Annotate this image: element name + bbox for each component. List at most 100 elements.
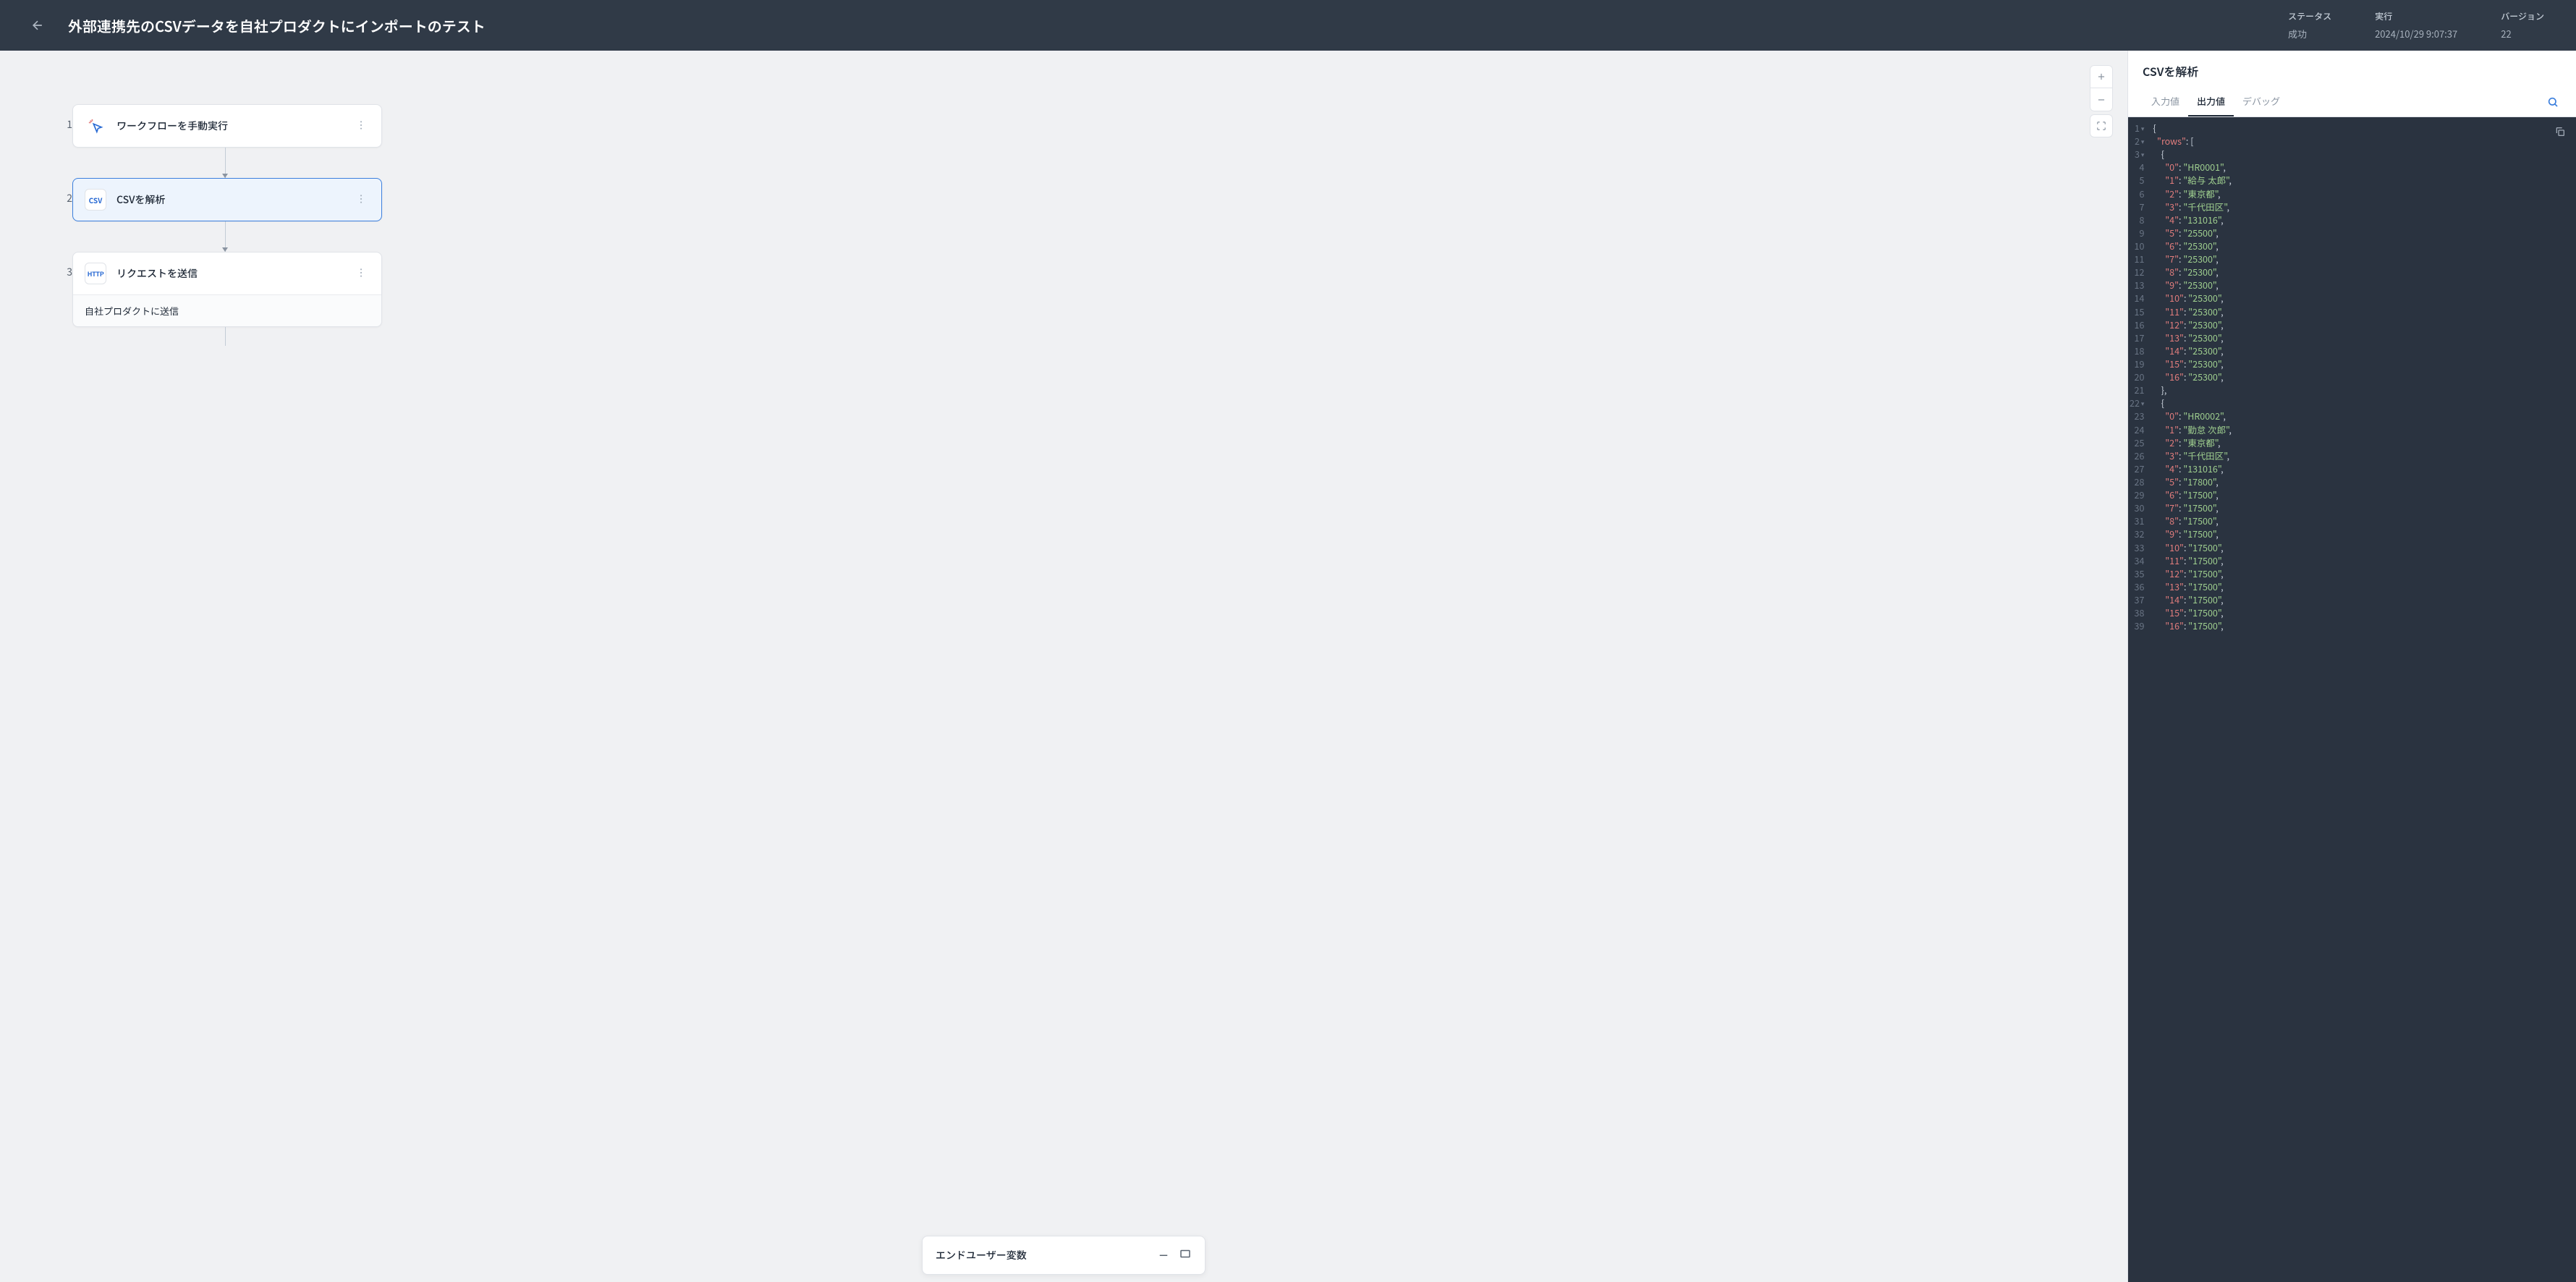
line-number: 4: [2128, 161, 2145, 174]
end-user-vars-title: エンドユーザー変数: [936, 1248, 1148, 1262]
code-line: "10": "25300",: [2153, 292, 2576, 305]
line-number: 22 ▾: [2128, 396, 2145, 409]
copy-icon[interactable]: [2554, 126, 2566, 140]
header-meta: ステータス 成功 実行 2024/10/29 9:07:37 バージョン 22: [2288, 10, 2544, 41]
page-title: 外部連携先のCSVデータを自社プロダクトにインポートのテスト: [68, 15, 2288, 36]
connector: [72, 327, 378, 346]
line-number: 37: [2128, 593, 2145, 606]
tab-debug[interactable]: デバッグ: [2234, 87, 2289, 116]
code-line: {: [2153, 122, 2576, 135]
code-viewer[interactable]: 1 ▾2 ▾3 ▾4 5 6 7 8 9 10 11 12 13 14 15 1…: [2128, 117, 2576, 1282]
code-line: "10": "17500",: [2153, 541, 2576, 554]
line-number: 16: [2128, 318, 2145, 331]
code-line: {: [2153, 148, 2576, 161]
line-number: 24: [2128, 423, 2145, 436]
node-menu-icon[interactable]: [352, 117, 370, 135]
line-number: 28: [2128, 475, 2145, 488]
code-line: "8": "17500",: [2153, 514, 2576, 527]
code-line: "7": "25300",: [2153, 252, 2576, 266]
tab-output[interactable]: 出力値: [2188, 87, 2234, 116]
line-number: 3 ▾: [2128, 148, 2145, 161]
line-number: 13: [2128, 279, 2145, 292]
line-number: 9: [2128, 226, 2145, 239]
code-line: "3": "千代田区",: [2153, 200, 2576, 213]
code-line: "13": "25300",: [2153, 331, 2576, 344]
node-card[interactable]: CSVCSVを解析: [72, 178, 382, 221]
zoom-out-button[interactable]: [2090, 88, 2113, 111]
zoom-in-button[interactable]: [2090, 65, 2113, 88]
line-number: 36: [2128, 580, 2145, 593]
line-number: 25: [2128, 436, 2145, 449]
side-tabs: 入力値 出力値 デバッグ: [2128, 87, 2576, 117]
status-label: ステータス: [2288, 10, 2331, 22]
workflow-node[interactable]: 1 ワークフローを手動実行: [56, 104, 382, 148]
line-number: 17: [2128, 331, 2145, 344]
node-number: 2: [56, 178, 72, 205]
line-number: 19: [2128, 357, 2145, 370]
line-number: 35: [2128, 567, 2145, 580]
side-panel-title: CSVを解析: [2128, 51, 2576, 87]
expand-icon[interactable]: [1179, 1247, 1192, 1264]
workflow-canvas[interactable]: 1ワークフローを手動実行2CSVCSVを解析3HTTPリクエストを送信自社プロダ…: [0, 51, 2127, 1282]
code-line: "8": "25300",: [2153, 266, 2576, 279]
code-line: "6": "25300",: [2153, 239, 2576, 252]
line-number: 14: [2128, 292, 2145, 305]
line-number: 18: [2128, 344, 2145, 357]
exec-value: 2024/10/29 9:07:37: [2375, 27, 2457, 41]
code-line: "6": "17500",: [2153, 488, 2576, 501]
line-number: 26: [2128, 449, 2145, 462]
line-number: 6: [2128, 187, 2145, 200]
line-number: 21: [2128, 383, 2145, 396]
node-label: CSVを解析: [116, 192, 342, 207]
fit-view-button[interactable]: [2090, 114, 2113, 137]
minimize-icon[interactable]: [1157, 1247, 1170, 1264]
node-number: 1: [56, 104, 72, 132]
line-number: 34: [2128, 554, 2145, 567]
search-icon[interactable]: [2544, 87, 2562, 116]
code-line: "7": "17500",: [2153, 501, 2576, 514]
code-line: "1": "給与 太郎",: [2153, 174, 2576, 187]
node-label: リクエストを送信: [116, 266, 342, 281]
node-label: ワークフローを手動実行: [116, 119, 342, 133]
node-menu-icon[interactable]: [352, 265, 370, 282]
code-line: "16": "17500",: [2153, 619, 2576, 632]
node-number: 3: [56, 252, 72, 279]
code-line: "rows": [: [2153, 135, 2576, 148]
line-number: 33: [2128, 541, 2145, 554]
line-number: 11: [2128, 252, 2145, 266]
workflow-node[interactable]: 2CSVCSVを解析: [56, 178, 382, 221]
line-number: 8: [2128, 213, 2145, 226]
status-value: 成功: [2288, 27, 2331, 41]
line-number: 20: [2128, 370, 2145, 383]
node-card[interactable]: HTTPリクエストを送信自社プロダクトに送信: [72, 252, 382, 327]
code-line: "15": "17500",: [2153, 606, 2576, 619]
exec-label: 実行: [2375, 10, 2457, 22]
code-line: {: [2153, 396, 2576, 409]
connector: [72, 221, 378, 252]
line-number: 10: [2128, 239, 2145, 252]
code-line: "14": "25300",: [2153, 344, 2576, 357]
code-line: "0": "HR0001",: [2153, 161, 2576, 174]
code-line: "3": "千代田区",: [2153, 449, 2576, 462]
node-menu-icon[interactable]: [352, 191, 370, 208]
back-button[interactable]: [29, 17, 46, 34]
tab-input[interactable]: 入力値: [2143, 87, 2188, 116]
line-number: 7: [2128, 200, 2145, 213]
code-line: "2": "東京都",: [2153, 436, 2576, 449]
line-number: 39: [2128, 619, 2145, 632]
end-user-vars-panel[interactable]: エンドユーザー変数: [922, 1236, 1206, 1275]
code-line: "2": "東京都",: [2153, 187, 2576, 200]
code-line: "13": "17500",: [2153, 580, 2576, 593]
connector: [72, 148, 378, 178]
code-line: "4": "131016",: [2153, 213, 2576, 226]
line-number: 12: [2128, 266, 2145, 279]
line-number: 5: [2128, 174, 2145, 187]
code-line: "14": "17500",: [2153, 593, 2576, 606]
node-card[interactable]: ワークフローを手動実行: [72, 104, 382, 148]
side-panel: CSVを解析 入力値 出力値 デバッグ 1 ▾2 ▾3 ▾4 5 6 7 8 9…: [2127, 51, 2576, 1282]
code-line: "5": "17800",: [2153, 475, 2576, 488]
code-line: "12": "17500",: [2153, 567, 2576, 580]
workflow-node[interactable]: 3HTTPリクエストを送信自社プロダクトに送信: [56, 252, 382, 327]
code-line: "5": "25500",: [2153, 226, 2576, 239]
http-icon: HTTP: [85, 263, 106, 284]
